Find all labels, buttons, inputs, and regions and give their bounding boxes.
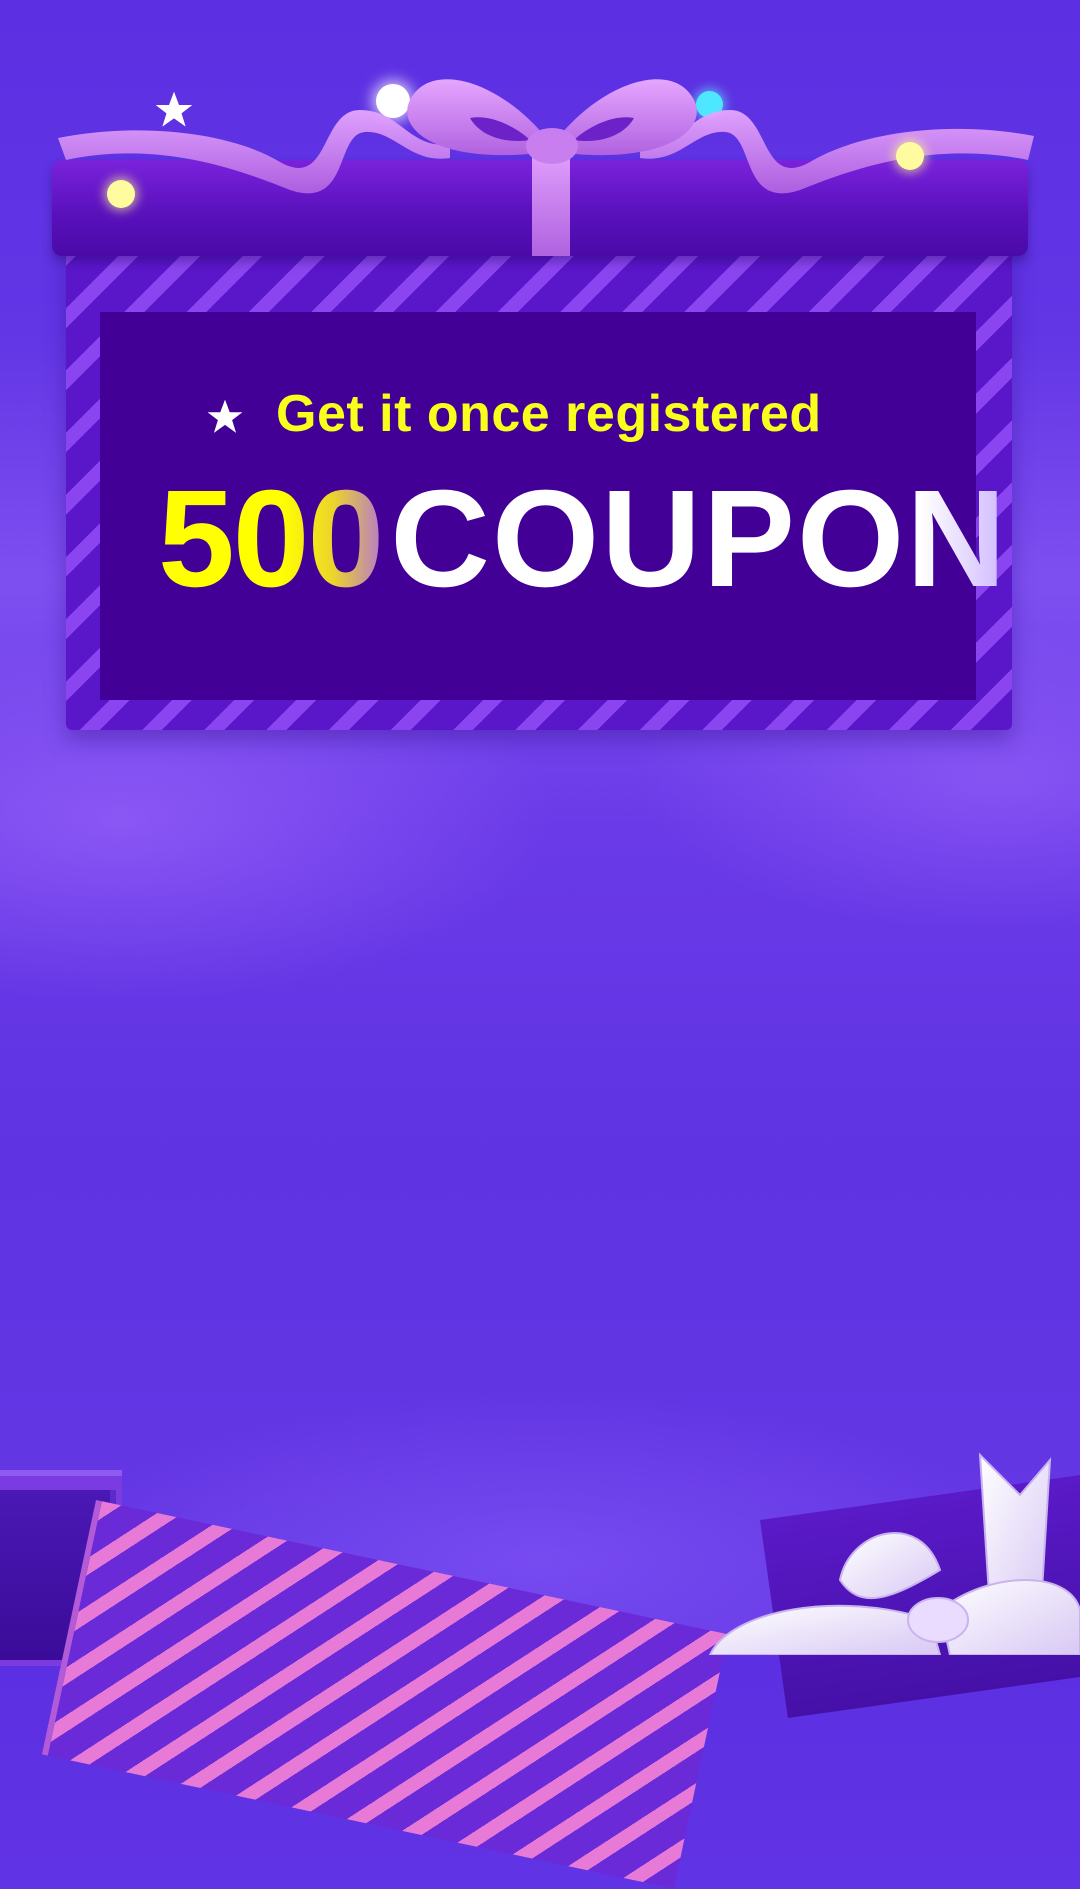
coupon-amount: 500 bbox=[158, 462, 384, 616]
star-icon bbox=[207, 399, 243, 433]
coupon-headline: 500COUPON bbox=[158, 470, 1008, 608]
sparkle-yellow bbox=[107, 180, 135, 208]
coupon-word: COUPON bbox=[390, 462, 1008, 616]
gift-box-striped bbox=[41, 1500, 728, 1889]
promo-tagline: Get it once registered bbox=[276, 385, 822, 443]
gift-bow-icon bbox=[708, 1452, 1080, 1655]
sparkle-yellow bbox=[896, 142, 924, 170]
